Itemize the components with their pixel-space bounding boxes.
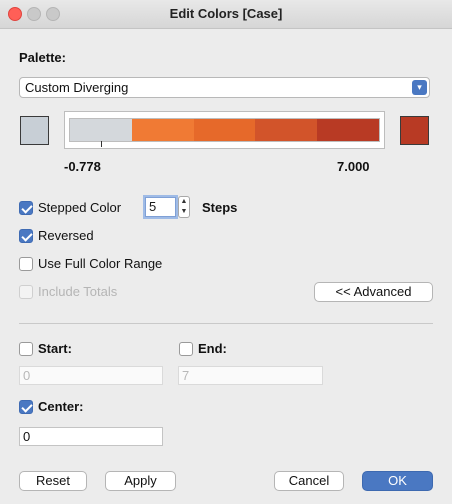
center-value-field[interactable]: 0 [19,427,163,446]
stepper-up-icon[interactable]: ▲ [179,197,189,207]
advanced-toggle-button[interactable]: << Advanced [314,282,433,302]
edit-colors-dialog: Edit Colors [Case] Palette: Custom Diver… [0,0,452,504]
steps-stepper[interactable]: ▲ ▼ [178,196,190,218]
palette-dropdown[interactable]: Custom Diverging ▾ [19,77,430,98]
palette-selected-value: Custom Diverging [25,80,129,95]
start-value-field[interactable]: 0 [19,366,163,385]
apply-button[interactable]: Apply [105,471,176,491]
ok-button[interactable]: OK [362,471,433,491]
full-color-range-label: Use Full Color Range [38,256,163,271]
include-totals-label: Include Totals [38,284,118,299]
ramp-max-label: 7.000 [337,159,370,174]
color-ramp-preview [64,111,385,149]
stepped-color-checkbox[interactable] [19,201,33,215]
color-ramp-bar [69,118,380,142]
section-divider [19,323,433,324]
end-label: End: [198,341,227,356]
ramp-step-5 [317,119,379,141]
end-color-swatch[interactable] [400,116,429,145]
title-bar: Edit Colors [Case] [0,0,452,29]
include-totals-checkbox [19,285,33,299]
stepper-down-icon[interactable]: ▼ [179,207,189,217]
end-value-field[interactable]: 7 [178,366,323,385]
start-label: Start: [38,341,72,356]
ramp-step-2 [131,119,194,141]
cancel-button[interactable]: Cancel [274,471,344,491]
window-title: Edit Colors [Case] [169,6,283,21]
reset-button[interactable]: Reset [19,471,87,491]
steps-label: Steps [202,200,238,215]
ramp-center-tick [101,141,102,147]
ramp-step-1 [70,119,132,141]
center-label: Center: [38,399,84,414]
start-color-swatch[interactable] [20,116,49,145]
stepped-color-label: Stepped Color [38,200,122,215]
end-checkbox[interactable] [179,342,193,356]
full-color-range-checkbox[interactable] [19,257,33,271]
start-checkbox[interactable] [19,342,33,356]
center-checkbox[interactable] [19,400,33,414]
ramp-step-4 [255,119,318,141]
reversed-checkbox[interactable] [19,229,33,243]
ramp-step-3 [193,119,256,141]
palette-label: Palette: [19,50,66,65]
steps-input[interactable]: 5 [145,197,176,217]
reversed-label: Reversed [38,228,94,243]
ramp-min-label: -0.778 [64,159,101,174]
chevron-down-icon[interactable]: ▾ [412,80,427,95]
